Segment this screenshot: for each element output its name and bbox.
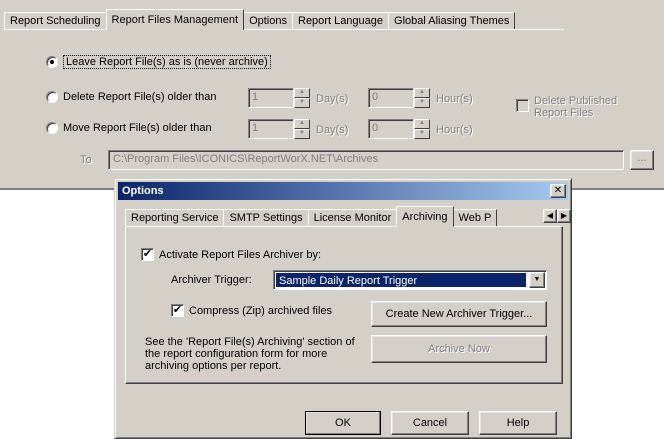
delete-days-input[interactable]: 1: [248, 88, 294, 108]
delete-hours-arrows[interactable]: ▲ ▼: [414, 88, 430, 108]
move-days-input[interactable]: 1: [248, 119, 294, 139]
archive-now-button[interactable]: Archive Now: [371, 335, 547, 363]
up-arrow-icon[interactable]: ▲: [414, 88, 430, 98]
move-hours-unit: Hour(s): [436, 124, 473, 136]
delete-days-stepper[interactable]: 1 ▲ ▼: [248, 88, 310, 108]
dialog-title: Options: [122, 185, 164, 197]
down-arrow-icon[interactable]: ▼: [294, 129, 310, 139]
tab-reporting-service[interactable]: Reporting Service: [125, 209, 225, 227]
move-days-stepper[interactable]: 1 ▲ ▼: [248, 119, 310, 139]
down-arrow-icon[interactable]: ▼: [414, 129, 430, 139]
chevron-down-icon[interactable]: ▼: [529, 272, 545, 288]
tab-web-p[interactable]: Web P: [452, 209, 498, 227]
radio-delete-row[interactable]: Delete Report File(s) older than: [46, 91, 216, 103]
browse-button[interactable]: ...: [630, 150, 654, 170]
activate-archiver-row[interactable]: ✔ Activate Report Files Archiver by:: [141, 248, 321, 261]
up-arrow-icon[interactable]: ▲: [294, 88, 310, 98]
tab-report-language[interactable]: Report Language: [292, 12, 390, 30]
radio-leave-files[interactable]: [46, 56, 58, 68]
radio-delete-label: Delete Report File(s) older than: [63, 91, 217, 103]
tab-options[interactable]: Options: [243, 12, 293, 30]
archiving-info-text: See the 'Report File(s) Archiving' secti…: [145, 336, 355, 372]
tab-panel-edge: [4, 29, 564, 30]
compress-label: Compress (Zip) archived files: [189, 304, 333, 317]
compress-row[interactable]: ✔ Compress (Zip) archived files: [171, 304, 332, 317]
cancel-button[interactable]: Cancel: [391, 411, 469, 435]
move-hours-input[interactable]: 0: [368, 119, 414, 139]
delete-published-row[interactable]: Delete Published Report Files: [516, 95, 634, 119]
tab-global-aliasing-themes[interactable]: Global Aliasing Themes: [388, 12, 516, 30]
up-arrow-icon[interactable]: ▲: [294, 119, 310, 129]
delete-hours-input[interactable]: 0: [368, 88, 414, 108]
down-arrow-icon[interactable]: ▼: [414, 98, 430, 108]
tab-archiving[interactable]: Archiving: [396, 206, 454, 227]
down-arrow-icon[interactable]: ▼: [294, 98, 310, 108]
chevron-right-icon[interactable]: ▶: [557, 209, 571, 223]
tab-scroll-arrows: ◀ ▶: [543, 209, 571, 223]
radio-leave-row[interactable]: Leave Report File(s) as is (never archiv…: [46, 55, 271, 69]
move-days-unit: Day(s): [316, 124, 349, 136]
archive-path-input[interactable]: C:\Program Files\ICONICS\ReportWorX.NET\…: [108, 150, 624, 170]
delete-published-label: Delete Published Report Files: [534, 95, 618, 119]
radio-move-label: Move Report File(s) older than: [63, 122, 212, 134]
delete-published-checkbox[interactable]: [516, 99, 529, 112]
compress-checkbox[interactable]: ✔: [171, 304, 184, 317]
delete-hours-stepper[interactable]: 0 ▲ ▼: [368, 88, 430, 108]
create-archiver-trigger-button[interactable]: Create New Archiver Trigger...: [371, 301, 547, 327]
archiver-trigger-select[interactable]: Sample Daily Report Trigger ▼: [273, 270, 547, 290]
up-arrow-icon[interactable]: ▲: [414, 119, 430, 129]
options-dialog: Options ✕ Reporting Service SMTP Setting…: [114, 178, 572, 439]
radio-leave-label: Leave Report File(s) as is (never archiv…: [63, 55, 271, 69]
activate-archiver-label: Activate Report Files Archiver by:: [159, 248, 322, 261]
tab-report-files-management[interactable]: Report Files Management: [105, 9, 245, 30]
tab-smtp-settings[interactable]: SMTP Settings: [223, 209, 309, 227]
radio-move-files[interactable]: [46, 122, 58, 134]
delete-days-unit: Day(s): [316, 93, 349, 105]
radio-move-row[interactable]: Move Report File(s) older than: [46, 122, 212, 134]
delete-hours-unit: Hour(s): [436, 93, 473, 105]
to-label: To: [80, 154, 92, 166]
archiver-trigger-value: Sample Daily Report Trigger: [276, 273, 526, 287]
activate-archiver-checkbox[interactable]: ✔: [141, 248, 154, 261]
move-days-arrows[interactable]: ▲ ▼: [294, 119, 310, 139]
tab-license-monitor[interactable]: License Monitor: [307, 209, 398, 227]
tab-report-scheduling[interactable]: Report Scheduling: [4, 12, 107, 30]
delete-days-arrows[interactable]: ▲ ▼: [294, 88, 310, 108]
main-tabstrip: Report Scheduling Report Files Managemen…: [4, 8, 516, 30]
move-hours-arrows[interactable]: ▲ ▼: [414, 119, 430, 139]
archiver-trigger-label: Archiver Trigger:: [171, 274, 252, 286]
dialog-titlebar[interactable]: Options ✕: [118, 182, 568, 200]
radio-delete-files[interactable]: [46, 91, 58, 103]
report-files-window: Report Scheduling Report Files Managemen…: [0, 0, 664, 190]
close-icon[interactable]: ✕: [550, 184, 566, 198]
ok-button[interactable]: OK: [305, 411, 381, 435]
dialog-tabstrip: Reporting Service SMTP Settings License …: [125, 205, 498, 227]
move-hours-stepper[interactable]: 0 ▲ ▼: [368, 119, 430, 139]
chevron-left-icon[interactable]: ◀: [543, 209, 557, 223]
help-button[interactable]: Help: [479, 411, 557, 435]
